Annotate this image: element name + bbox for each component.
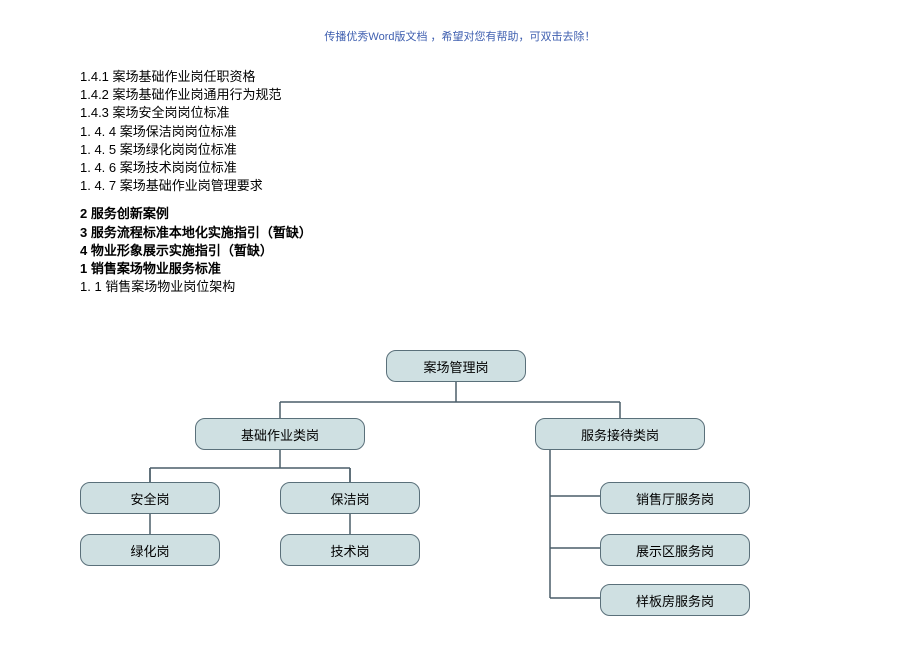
toc-item: 1.4.1 案场基础作业岗任职资格 [80,68,920,86]
org-node-model: 样板房服务岗 [600,584,750,616]
org-node-tech: 技术岗 [280,534,420,566]
toc-item-bold: 1 销售案场物业服务标准 [80,260,920,278]
toc-item-bold: 3 服务流程标准本地化实施指引（暂缺） [80,224,920,242]
org-node-green: 绿化岗 [80,534,220,566]
toc-item: 1. 4. 6 案场技术岗岗位标准 [80,159,920,177]
toc-item: 1. 4. 7 案场基础作业岗管理要求 [80,177,920,195]
header-note: 传播优秀Word版文档 ，希望对您有帮助，可双击去除！ [0,0,920,44]
toc-item: 1. 1 销售案场物业岗位架构 [80,278,920,296]
org-node-sec: 安全岗 [80,482,220,514]
org-node-clean: 保洁岗 [280,482,420,514]
org-node-hall: 销售厅服务岗 [600,482,750,514]
toc-item-bold: 4 物业形象展示实施指引（暂缺） [80,242,920,260]
document-page: 传播优秀Word版文档 ，希望对您有帮助，可双击去除！ 1.4.1 案场基础作业… [0,0,920,651]
toc-item: 1.4.3 案场安全岗岗位标准 [80,104,920,122]
org-node-disp: 展示区服务岗 [600,534,750,566]
toc-item: 1. 4. 4 案场保洁岗岗位标准 [80,123,920,141]
table-of-contents: 1.4.1 案场基础作业岗任职资格 1.4.2 案场基础作业岗通用行为规范 1.… [80,68,920,296]
org-node-base: 基础作业类岗 [195,418,365,450]
org-chart: 案场管理岗 基础作业类岗 服务接待类岗 安全岗 保洁岗 绿化岗 技术岗 销售厅服… [0,340,920,640]
org-node-serv: 服务接待类岗 [535,418,705,450]
toc-item: 1.4.2 案场基础作业岗通用行为规范 [80,86,920,104]
toc-item-bold: 2 服务创新案例 [80,205,920,223]
toc-item: 1. 4. 5 案场绿化岗岗位标准 [80,141,920,159]
org-node-root: 案场管理岗 [386,350,526,382]
